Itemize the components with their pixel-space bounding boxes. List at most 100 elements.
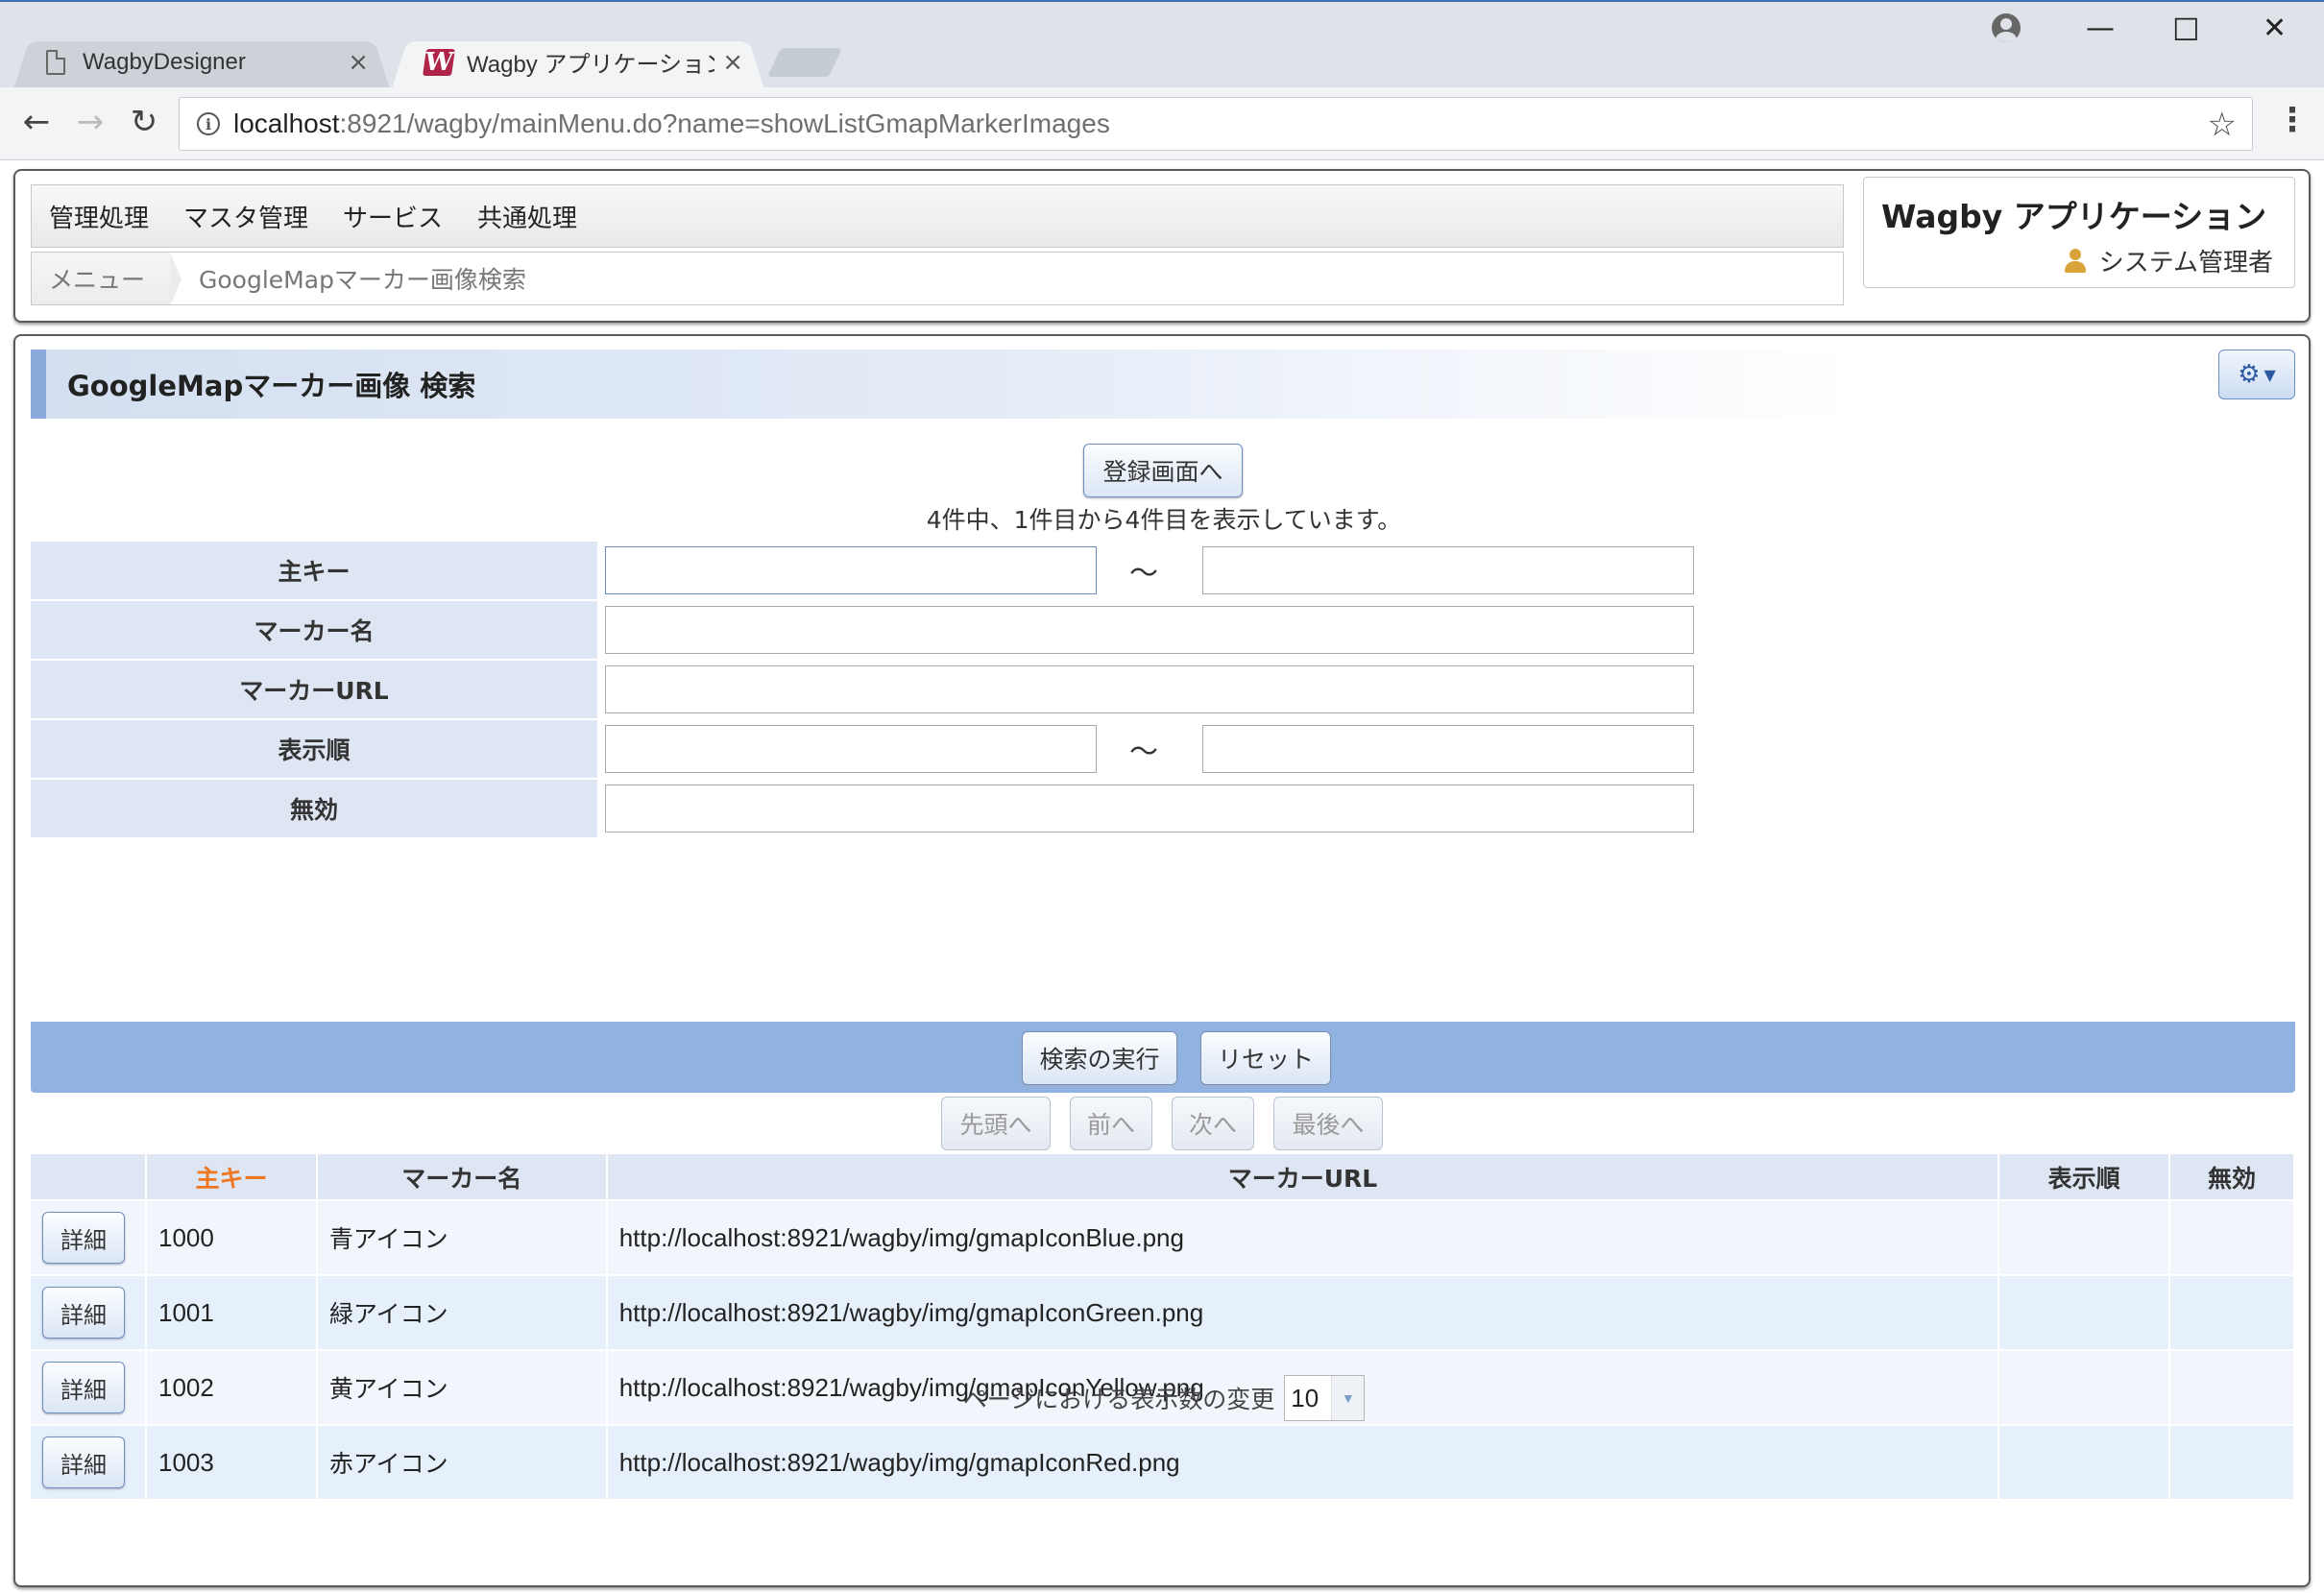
order-to-input[interactable] — [1202, 725, 1694, 773]
column-header-disabled[interactable]: 無効 — [2169, 1154, 2295, 1200]
field-label: 主キー — [31, 542, 597, 599]
search-row-order: 表示順 ～ — [31, 720, 2295, 780]
back-icon[interactable]: ← — [17, 103, 56, 141]
page-size-control: ページにおける表示数の変更 10 ▼ — [15, 1375, 2312, 1421]
new-tab-button[interactable] — [767, 48, 842, 77]
maximize-icon[interactable]: ☐ — [2172, 12, 2200, 48]
disabled-input[interactable] — [605, 784, 1694, 833]
reset-button[interactable]: リセット — [1200, 1031, 1331, 1085]
order-from-input[interactable] — [605, 725, 1097, 773]
column-header — [31, 1154, 147, 1200]
profile-icon[interactable] — [1992, 13, 2021, 42]
execute-search-button[interactable]: 検索の実行 — [1022, 1031, 1177, 1085]
breadcrumb-menu-link[interactable]: メニュー — [32, 253, 182, 306]
cell-url: http://localhost:8921/wagby/img/gmapIcon… — [606, 1425, 2000, 1500]
range-separator: ～ — [1129, 736, 1158, 769]
table-row: 詳細 1001 緑アイコン http://localhost:8921/wagb… — [31, 1275, 2295, 1350]
cell-key: 1001 — [145, 1275, 318, 1350]
url-path: :8921/wagby/mainMenu.do?name=showListGma… — [339, 109, 1110, 138]
minimize-icon[interactable]: — — [2086, 12, 2115, 45]
tab-close-icon[interactable]: × — [722, 48, 743, 77]
cell-key: 1003 — [145, 1425, 318, 1500]
app-title: Wagby アプリケーション — [1881, 198, 2267, 235]
forward-icon[interactable]: → — [71, 103, 109, 141]
app-info-box: Wagby アプリケーション システム管理者 — [1863, 177, 2295, 288]
detail-button[interactable]: 詳細 — [42, 1212, 125, 1264]
search-row-name: マーカー名 — [31, 601, 2295, 661]
field-label: マーカーURL — [31, 661, 597, 718]
chevron-down-icon: ▼ — [1331, 1376, 1365, 1420]
results-table: 主キー マーカー名 マーカーURL 表示順 無効 詳細 1000 青アイコン h… — [31, 1154, 2295, 1501]
menu-item-service[interactable]: サービス — [343, 199, 443, 234]
browser-menu-icon[interactable]: ⋮ — [2276, 101, 2309, 139]
reload-icon[interactable]: ↻ — [125, 103, 163, 141]
field-label: 表示順 — [31, 720, 597, 778]
page-title: GoogleMapマーカー画像 検索 — [31, 350, 1855, 419]
tab-wagbydesigner[interactable]: WagbyDesigner × — [13, 35, 390, 89]
search-row-url: マーカーURL — [31, 661, 2295, 720]
key-to-input[interactable] — [1202, 546, 1694, 594]
cell-name: 赤アイコン — [316, 1425, 608, 1500]
table-header-row: 主キー マーカー名 マーカーURL 表示順 無効 — [31, 1154, 2295, 1200]
menu-item-common[interactable]: 共通処理 — [477, 199, 577, 234]
page-content: 管理処理 マスタ管理 サービス 共通処理 メニュー GoogleMapマーカー画… — [0, 161, 2324, 1593]
breadcrumb-current: GoogleMapマーカー画像検索 — [199, 266, 526, 294]
menu-item-master[interactable]: マスタ管理 — [183, 199, 308, 234]
page-size-select[interactable]: 10 ▼ — [1284, 1375, 1366, 1421]
gear-icon: ⚙ — [2238, 360, 2261, 389]
pager-next-button[interactable]: 次へ — [1172, 1097, 1254, 1150]
settings-menu-button[interactable]: ⚙ ▼ — [2218, 350, 2295, 399]
field-label: 無効 — [31, 780, 597, 837]
tab-title: Wagby アプリケーション Goo — [467, 52, 715, 78]
cell-disabled — [2169, 1425, 2295, 1500]
breadcrumb: メニュー GoogleMapマーカー画像検索 — [31, 252, 1844, 306]
address-bar[interactable]: i localhost:8921/wagby/mainMenu.do?name=… — [179, 97, 2253, 151]
cell-name: 緑アイコン — [316, 1275, 608, 1350]
register-button[interactable]: 登録画面へ — [1083, 444, 1243, 497]
cell-name: 青アイコン — [316, 1200, 608, 1275]
chevron-down-icon: ▼ — [2263, 365, 2276, 384]
column-header-key[interactable]: 主キー — [145, 1154, 318, 1200]
browser-toolbar: ← → ↻ i localhost:8921/wagby/mainMenu.do… — [0, 87, 2324, 160]
marker-url-input[interactable] — [605, 665, 1694, 713]
column-header-name[interactable]: マーカー名 — [316, 1154, 608, 1200]
table-row: 詳細 1003 赤アイコン http://localhost:8921/wagb… — [31, 1425, 2295, 1500]
cell-order — [1998, 1200, 2171, 1275]
search-action-bar: 検索の実行 リセット — [31, 1022, 2295, 1093]
page-size-value: 10 — [1291, 1383, 1319, 1412]
info-icon[interactable]: i — [197, 112, 220, 135]
result-count-message: 4件中、1件目から4件目を表示しています。 — [926, 506, 1402, 534]
user-name[interactable]: システム管理者 — [2099, 243, 2273, 278]
app-header: 管理処理 マスタ管理 サービス 共通処理 メニュー GoogleMapマーカー画… — [13, 169, 2311, 323]
page-size-label: ページにおける表示数の変更 — [962, 1386, 1275, 1413]
table-row: 詳細 1000 青アイコン http://localhost:8921/wagb… — [31, 1200, 2295, 1275]
cell-disabled — [2169, 1200, 2295, 1275]
column-header-order[interactable]: 表示順 — [1998, 1154, 2171, 1200]
key-from-input[interactable] — [605, 546, 1097, 594]
pager-prev-button[interactable]: 前へ — [1070, 1097, 1152, 1150]
menu-item-admin[interactable]: 管理処理 — [49, 199, 149, 234]
cell-key: 1000 — [145, 1200, 318, 1275]
close-window-icon[interactable]: ✕ — [2263, 12, 2287, 45]
marker-name-input[interactable] — [605, 606, 1694, 654]
bookmark-star-icon[interactable]: ☆ — [2208, 106, 2237, 144]
tab-wagby-app[interactable]: W Wagby アプリケーション Goo × — [392, 35, 764, 89]
cell-order — [1998, 1275, 2171, 1350]
page-icon — [46, 49, 65, 75]
main-panel: GoogleMapマーカー画像 検索 ⚙ ▼ 登録画面へ 4件中、1件目から4件… — [13, 334, 2311, 1587]
range-separator: ～ — [1129, 557, 1158, 591]
detail-button[interactable]: 詳細 — [42, 1436, 125, 1488]
pager-first-button[interactable]: 先頭へ — [941, 1097, 1051, 1150]
cell-order — [1998, 1425, 2171, 1500]
main-menu: 管理処理 マスタ管理 サービス 共通処理 — [31, 184, 1844, 248]
column-header-url[interactable]: マーカーURL — [606, 1154, 2000, 1200]
cell-disabled — [2169, 1275, 2295, 1350]
wagby-logo-icon: W — [423, 47, 455, 77]
user-info: システム管理者 — [2064, 243, 2273, 278]
cell-url: http://localhost:8921/wagby/img/gmapIcon… — [606, 1200, 2000, 1275]
pager-last-button[interactable]: 最後へ — [1273, 1097, 1383, 1150]
tab-close-icon[interactable]: × — [348, 48, 369, 77]
detail-button[interactable]: 詳細 — [42, 1287, 125, 1339]
field-label: マーカー名 — [31, 601, 597, 659]
browser-titlebar: WagbyDesigner × W Wagby アプリケーション Goo × —… — [0, 0, 2324, 89]
